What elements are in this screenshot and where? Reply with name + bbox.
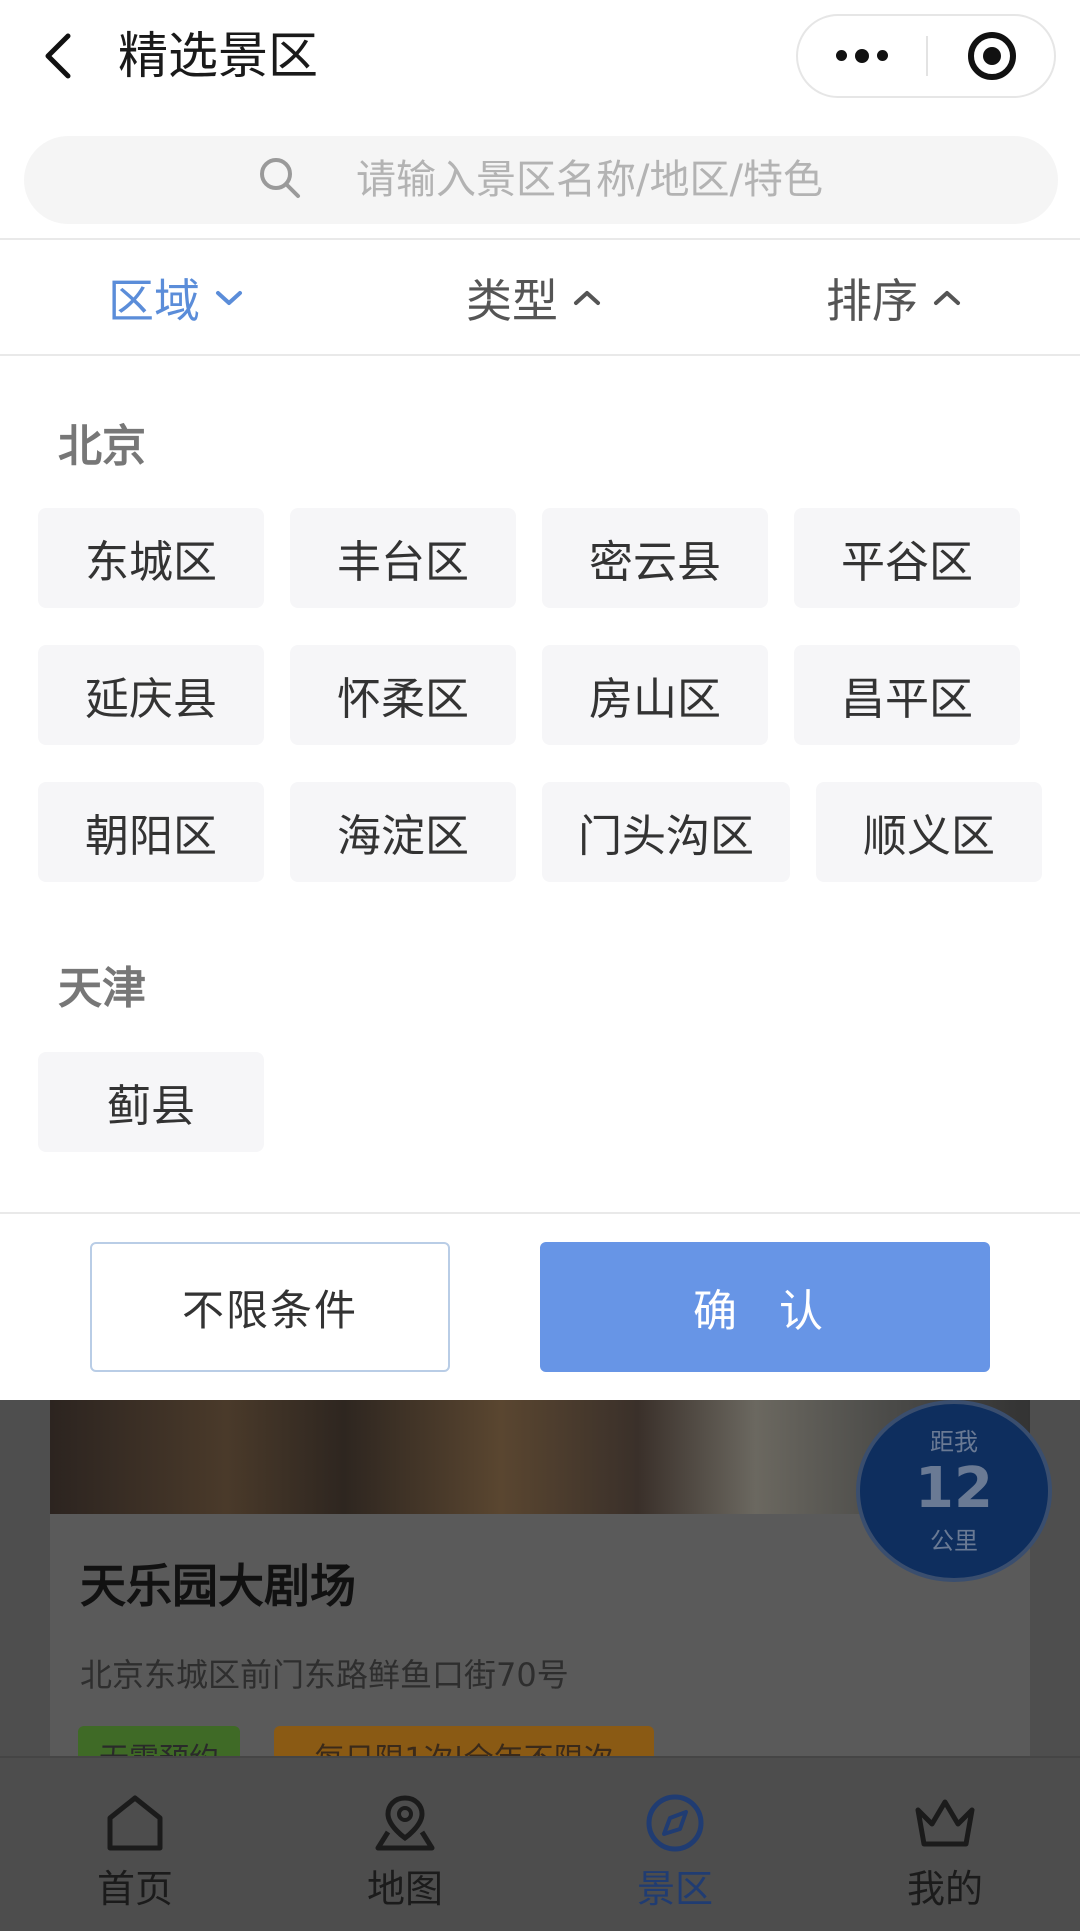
filter-tab-type[interactable]: 类型 — [466, 242, 602, 354]
search-bar — [24, 136, 1058, 224]
scenic-spot-name: 天乐园大剧场 — [80, 1559, 356, 1613]
scenic-spot-address: 北京东城区前门东路鲜鱼口街70号 — [80, 1656, 569, 1694]
filter-bar: 区域 类型 排序 — [0, 242, 1080, 354]
tab-label: 地图 — [366, 1867, 443, 1911]
distance-prefix: 距我 — [930, 1428, 978, 1456]
close-mini-program-button[interactable] — [928, 16, 1056, 96]
district-chip[interactable]: 东城区 — [38, 508, 264, 608]
distance-unit: 公里 — [930, 1527, 978, 1555]
reset-filters-button[interactable]: 不限条件 — [90, 1242, 450, 1372]
bottom-tab-bar: 首页 地图 景区 我的 — [0, 1756, 1080, 1931]
more-dots-icon — [836, 48, 888, 63]
district-chip[interactable]: 丰台区 — [290, 508, 516, 608]
back-arrow-icon[interactable] — [38, 30, 78, 82]
more-menu-button[interactable] — [798, 16, 926, 96]
chevron-up-icon — [574, 291, 600, 305]
tab-home[interactable]: 首页 — [25, 1758, 245, 1931]
region-title-beijing: 北京 — [58, 421, 146, 472]
compass-icon — [646, 1794, 704, 1852]
district-chip[interactable]: 怀柔区 — [290, 645, 516, 745]
district-chip[interactable]: 平谷区 — [794, 508, 1020, 608]
tab-label: 我的 — [906, 1867, 983, 1911]
filter-tab-region[interactable]: 区域 — [108, 242, 244, 354]
filter-tab-label: 区域 — [108, 274, 200, 328]
target-icon — [968, 32, 1016, 80]
divider — [0, 238, 1080, 240]
tab-label: 首页 — [96, 1867, 173, 1911]
mini-program-capsule — [796, 14, 1056, 98]
distance-value: 12 — [915, 1456, 993, 1521]
tab-map[interactable]: 地图 — [295, 1758, 515, 1931]
chevron-down-icon — [216, 291, 242, 305]
district-chip[interactable]: 昌平区 — [794, 645, 1020, 745]
tab-scenic[interactable]: 景区 — [565, 1758, 785, 1931]
filter-tab-sort[interactable]: 排序 — [826, 242, 962, 354]
tab-mine[interactable]: 我的 — [835, 1758, 1055, 1931]
tab-label: 景区 — [636, 1867, 713, 1911]
map-pin-icon — [375, 1795, 435, 1851]
confirm-button[interactable]: 确 认 — [540, 1242, 990, 1372]
filter-tab-label: 排序 — [826, 274, 918, 328]
search-input[interactable] — [356, 152, 996, 208]
home-icon — [107, 1795, 163, 1851]
filter-tab-label: 类型 — [466, 274, 558, 328]
district-chip[interactable]: 蓟县 — [38, 1052, 264, 1152]
search-icon — [260, 158, 300, 198]
chevron-up-icon — [934, 291, 960, 305]
crown-icon — [915, 1799, 975, 1847]
district-chip[interactable]: 延庆县 — [38, 645, 264, 745]
region-title-tianjin: 天津 — [58, 963, 146, 1014]
divider — [0, 354, 1080, 356]
district-chip[interactable]: 朝阳区 — [38, 782, 264, 882]
district-chip[interactable]: 海淀区 — [290, 782, 516, 882]
district-chip[interactable]: 房山区 — [542, 645, 768, 745]
district-chip[interactable]: 密云县 — [542, 508, 768, 608]
page-title: 精选景区 — [118, 27, 318, 85]
navigation-bar: 精选景区 — [0, 0, 1080, 112]
district-chip[interactable]: 顺义区 — [816, 782, 1042, 882]
divider — [0, 1212, 1080, 1214]
district-chip[interactable]: 门头沟区 — [542, 782, 790, 882]
distance-badge: 距我 12 公里 — [856, 1400, 1052, 1582]
